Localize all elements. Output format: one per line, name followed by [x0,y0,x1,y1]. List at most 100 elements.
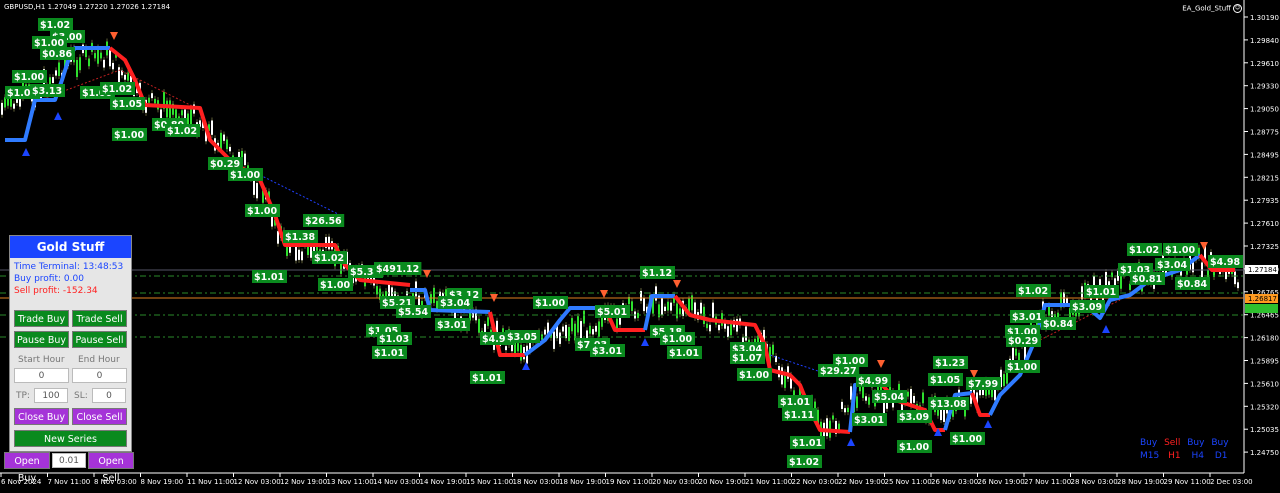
price-chart[interactable]: $1.02$3.00$1.00$0.86$1.00$1.00$3.13 $1.00… [0,0,1280,493]
time-tick-label: 22 Nov 19:00 [838,478,885,486]
candle [1108,281,1110,286]
open-buy-button[interactable]: Open Buy [4,452,50,484]
close-buy-button[interactable]: Close Buy [14,408,69,425]
price-tick-label: 1.26180 [1250,335,1279,343]
price-tick-label: 1.28215 [1250,174,1279,182]
sl-label: SL: [74,391,88,401]
start-hour-label: Start Hour [18,355,65,365]
profit-label: $1.00 [535,298,565,309]
candle [1,102,3,115]
current-price-text: 1.27184 [1248,266,1277,274]
profit-label: $1.05 [930,375,960,386]
legend-m15: M15 [1140,451,1160,461]
lot-size-input[interactable]: 0.01 [52,453,86,468]
candle [220,132,222,150]
profit-label: $1.01 [780,397,810,408]
candle [388,284,390,298]
time-tick-label: 19 Nov 11:00 [606,478,653,486]
smiley-icon: ☺ [1233,4,1242,13]
candle [907,391,909,397]
ea-label: EA_Gold_Stuff ☺ [1182,4,1242,13]
candle [1192,262,1194,273]
sell-profit: Sell profit: -152.34 [14,286,98,296]
legend-d1: D1 [1214,451,1228,461]
panel-title: Gold Stuff [10,236,131,258]
candle [661,298,663,316]
candle [577,316,579,333]
candle [844,408,846,413]
trade-sell-button[interactable]: Trade Sell [72,310,127,327]
time-terminal: Time Terminal: 13:48:53 [14,262,124,272]
pause-buy-button[interactable]: Pause Buy [14,331,69,348]
time-tick-label: 20 Nov 03:00 [652,478,699,486]
time-tick-label: 28 Nov 19:00 [1117,478,1164,486]
gold-stuff-panel: Gold Stuff Time Terminal: 13:48:53 Buy p… [9,235,132,452]
legend-h1-status: Sell [1164,438,1181,448]
sl-input[interactable]: 0 [92,388,126,403]
candle [58,62,60,77]
orange-price-text: 1.26817 [1248,295,1277,303]
candle [832,415,834,420]
candle [190,107,192,125]
candle [781,367,783,385]
profit-label: $4.99 [858,376,888,387]
candle [52,77,54,84]
time-tick-label: 18 Nov 19:00 [559,478,606,486]
candle [256,183,258,199]
price-tick-label: 1.29610 [1250,60,1279,68]
candle [478,318,480,333]
time-tick-label: 12 Nov 03:00 [234,478,281,486]
candle [868,397,870,405]
candle [223,134,225,141]
candle [298,249,300,260]
profit-label: $1.02 [314,253,344,264]
candle [826,418,828,437]
time-tick-label: 26 Nov 03:00 [931,478,978,486]
profit-label: $3.04 [440,298,470,309]
time-tick-label: 28 Nov 03:00 [1071,478,1118,486]
candle [922,392,924,404]
candle [745,326,747,341]
end-hour-label: End Hour [78,355,120,365]
candle [568,326,570,341]
candle [712,302,714,318]
profit-label: $4.98 [1210,257,1240,268]
candle [148,97,150,103]
end-hour-input[interactable]: 0 [72,368,127,383]
candle [109,50,111,67]
legend-m15-status: Buy [1140,438,1158,448]
candle [643,298,645,312]
time-tick-label: 25 Nov 11:00 [885,478,932,486]
open-sell-button[interactable]: Open Sell [88,452,134,484]
candle [847,407,849,413]
tp-input[interactable]: 100 [34,388,68,403]
pause-sell-button[interactable]: Pause Sell [72,331,127,348]
candle [700,302,702,314]
price-tick-label: 1.28775 [1250,129,1279,137]
close-sell-button[interactable]: Close Sell [72,408,127,425]
candle [736,318,738,332]
candle [592,329,594,335]
chart-title: GBPUSD,H1 1.27049 1.27220 1.27026 1.2718… [4,3,171,11]
time-axis: 6 Nov 20247 Nov 11:008 Nov 03:008 Nov 19… [0,473,1253,486]
price-tick-label: 1.28495 [1250,151,1279,159]
trade-buy-button[interactable]: Trade Buy [14,310,69,327]
panel-info: Time Terminal: 13:48:53 Buy profit: 0.00… [10,258,131,300]
ea-name: EA_Gold_Stuff [1182,4,1231,13]
profit-label: $1.02 [1018,286,1048,297]
candle [598,321,600,337]
profit-label: $0.86 [42,49,72,60]
candle [670,302,672,311]
candle [580,321,582,339]
start-hour-input[interactable]: 0 [14,368,69,383]
candle [574,323,576,341]
profit-label: $1.01 [1086,287,1116,298]
candles [1,38,1239,441]
green-price-marker [1245,304,1278,313]
new-series-button[interactable]: New Series [14,430,127,447]
candle [841,401,843,409]
profit-label: $7.99 [968,379,998,390]
price-axis: 1.30190 1.29840 1.29610 1.29330 1.29050 1.287… [1244,14,1279,457]
candle [565,324,567,339]
profit-label: $3.04 [1157,260,1187,271]
